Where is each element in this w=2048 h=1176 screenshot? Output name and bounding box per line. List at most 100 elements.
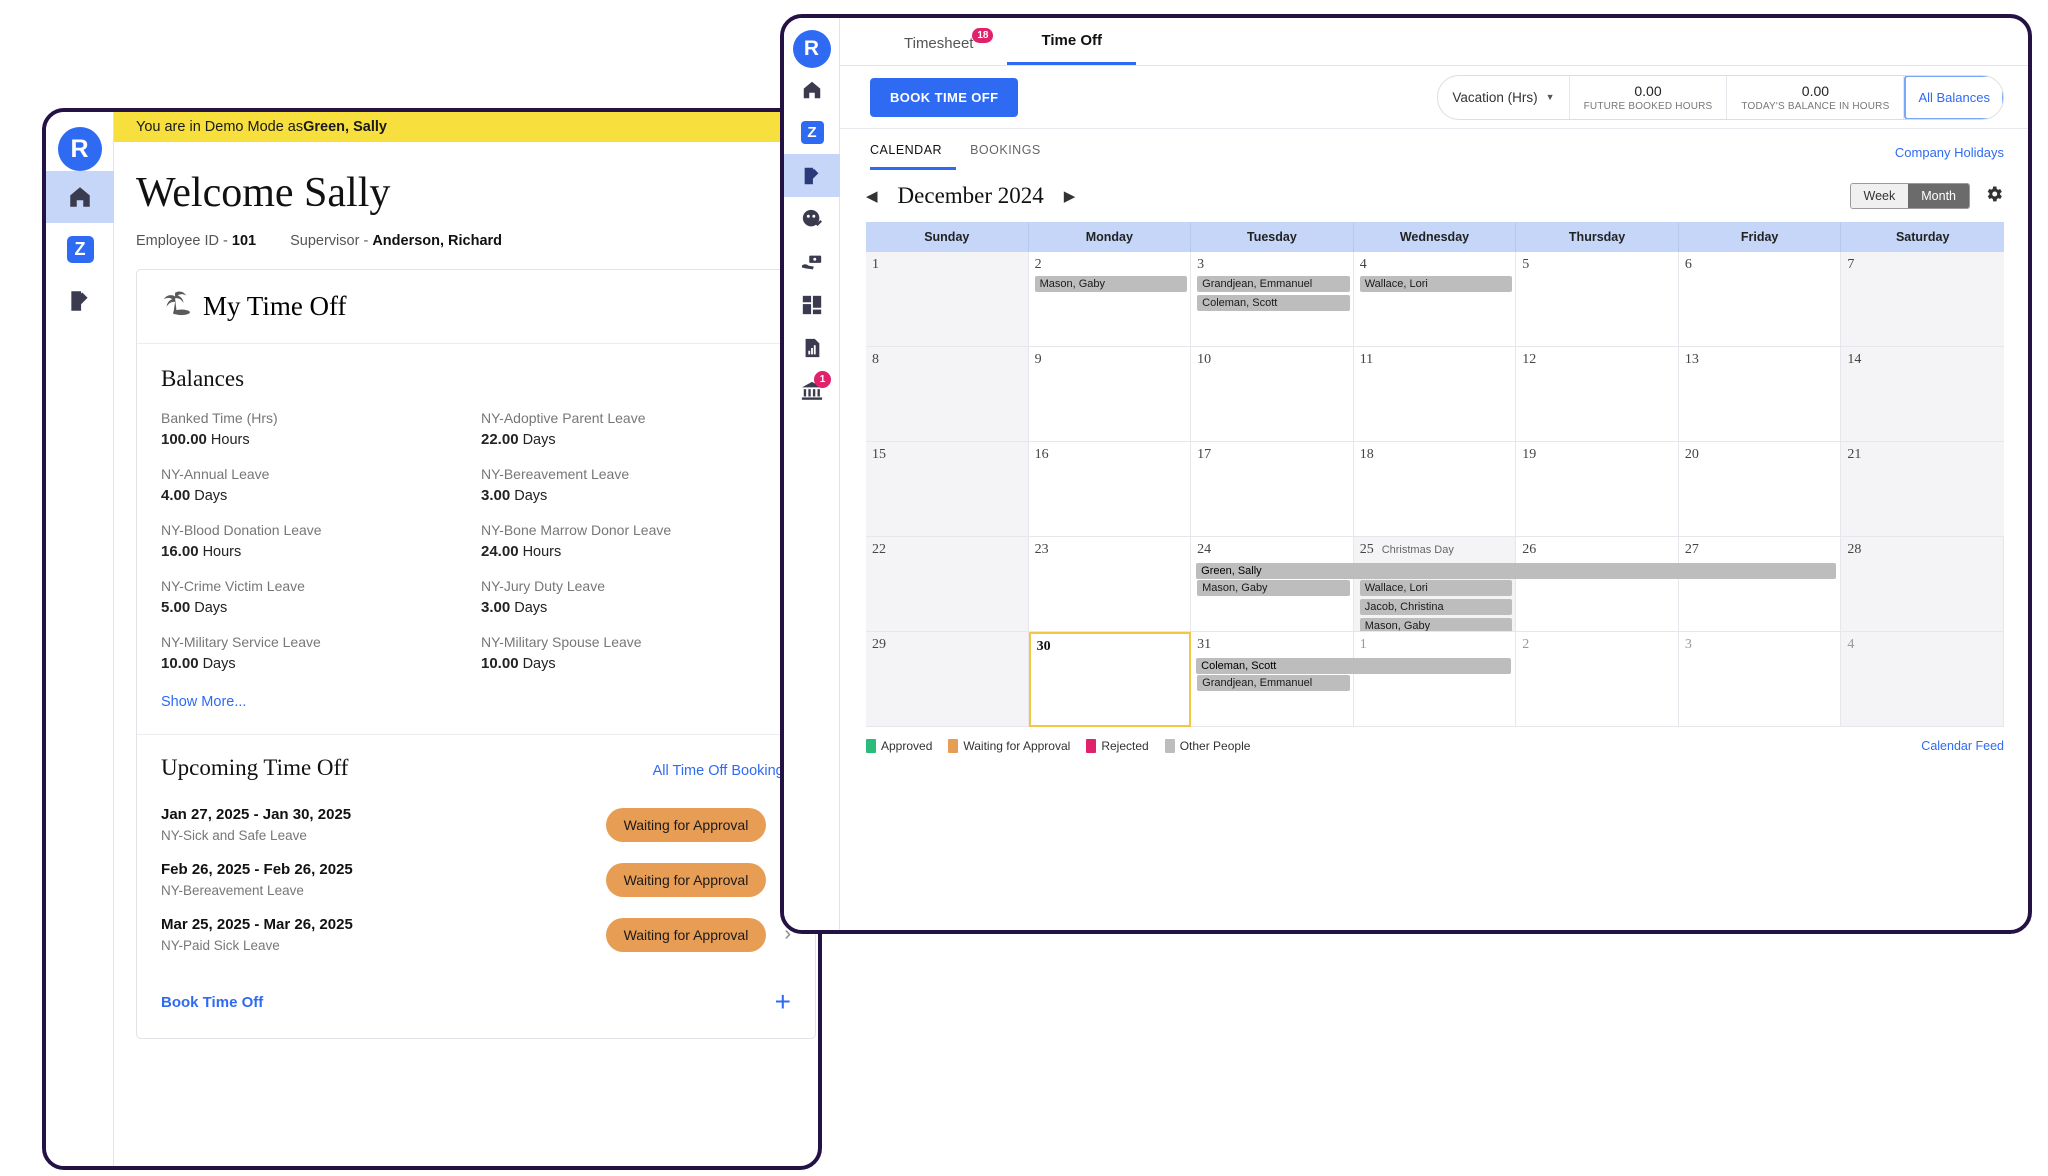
calendar-day-cell[interactable]: 5 [1516, 252, 1679, 347]
calendar-week-row: 8 9 10 11 12 13 14 [866, 347, 2004, 442]
calendar-day-cell[interactable]: 7 [1841, 252, 2004, 347]
calendar-event[interactable]: Mason, Gaby [1034, 276, 1188, 292]
sidebar-item-timesheet[interactable] [784, 154, 840, 197]
calendar-day-cell[interactable]: 17 [1191, 442, 1354, 537]
calendar-day-cell[interactable]: 28 [1841, 537, 2004, 632]
sidebar-item-report[interactable] [784, 326, 840, 369]
calendar-day-cell[interactable]: 25Christmas Day-Wallace, LoriJacob, Chri… [1353, 537, 1517, 632]
calendar-day-cell[interactable]: 30 [1028, 632, 1192, 727]
sidebar-item-timesheet[interactable] [46, 275, 114, 327]
tab-label: Time Off [1041, 32, 1103, 49]
book-time-off-row[interactable]: Book Time Off + [161, 988, 791, 1016]
calendar-event[interactable]: Mason, Gaby [1359, 618, 1513, 631]
balance-name: NY-Bereavement Leave [481, 466, 630, 482]
calendar-day-cell[interactable]: 21 [1841, 442, 2004, 537]
next-arrow-icon[interactable]: ▶ [1064, 187, 1076, 205]
calendar-day-cell[interactable]: 2 Mason, Gaby [1028, 252, 1192, 347]
view-month-button[interactable]: Month [1908, 184, 1969, 208]
calendar-day-cell[interactable]: 16 [1028, 442, 1192, 537]
sidebar-item-dashboard-grid[interactable] [784, 283, 840, 326]
calendar-day-cell[interactable]: 24-Mason, Gaby [1191, 537, 1354, 632]
calendar-event[interactable]: Wallace, Lori [1359, 580, 1513, 596]
home-icon [801, 79, 823, 101]
booking-row[interactable]: Jan 27, 2025 - Jan 30, 2025 NY-Sick and S… [161, 797, 791, 852]
balance-type-select[interactable]: Vacation (Hrs) ▼ [1438, 75, 1570, 119]
book-time-off-button[interactable]: BOOK TIME OFF [870, 77, 1019, 117]
all-balances-button[interactable]: All Balances [1904, 75, 2004, 119]
calendar-day-cell[interactable]: 18 [1353, 442, 1517, 537]
weekday-header: Wednesday [1353, 222, 1517, 252]
app-logo[interactable]: R [792, 30, 831, 68]
calendar-day-cell[interactable]: 11 [1353, 347, 1517, 442]
calendar-day-cell[interactable]: 8 [866, 347, 1029, 442]
chevron-down-icon: ▼ [1545, 92, 1555, 102]
day-number: 21 [1847, 447, 1862, 462]
balance-value: 10.00 Days [481, 655, 791, 672]
balance-amount: 3.00 [481, 487, 511, 504]
gear-icon[interactable] [1984, 184, 2004, 209]
calendar-feed-link[interactable]: Calendar Feed [1921, 739, 2004, 753]
calendar-day-cell[interactable]: 31-Grandjean, Emmanuel [1191, 632, 1354, 727]
calendar-day-cell[interactable]: 20 [1678, 442, 1842, 537]
sidebar-item-bank[interactable]: 1 [784, 369, 840, 412]
sidebar-item-home[interactable] [46, 171, 114, 223]
calendar-event[interactable]: Jacob, Christina [1359, 599, 1513, 615]
calendar-day-cell[interactable]: 14 [1841, 347, 2004, 442]
calendar-day-cell[interactable]: 2 [1516, 632, 1679, 727]
sidebar-item-home[interactable] [784, 68, 840, 111]
balance-name: Banked Time (Hrs) [161, 410, 278, 426]
calendar-day-cell[interactable]: 12 [1516, 347, 1679, 442]
timesheet-icon [67, 288, 93, 314]
calendar-day-cell[interactable]: 13 [1678, 347, 1842, 442]
calendar-event[interactable]: Grandjean, Emmanuel [1197, 675, 1350, 691]
sidebar-item-z-app[interactable]: Z [784, 111, 840, 154]
calendar-event[interactable]: Coleman, Scott [1197, 295, 1350, 311]
subtab-bookings[interactable]: BOOKINGS [956, 143, 1055, 170]
all-time-off-bookings-link[interactable]: All Time Off Bookings [653, 763, 791, 779]
subtab-calendar[interactable]: CALENDAR [870, 143, 957, 170]
calendar-day-cell[interactable]: 4 [1841, 632, 2004, 727]
calendar-event[interactable]: Mason, Gaby [1197, 580, 1350, 596]
sidebar-item-payroll-hand[interactable] [784, 240, 840, 283]
calendar-day-cell[interactable]: 26 [1516, 537, 1679, 632]
home-icon [67, 184, 93, 210]
tab-timesheet[interactable]: Timesheet 18 [870, 28, 1007, 65]
prev-arrow-icon[interactable]: ◀ [866, 187, 878, 205]
sub-tabs: CALENDAR BOOKINGS [870, 143, 1055, 170]
calendar-day-cell[interactable]: 9 [1028, 347, 1192, 442]
calendar-day-cell[interactable]: 19 [1516, 442, 1679, 537]
calendar-day-cell[interactable]: 1 [1353, 632, 1517, 727]
calendar-day-cell[interactable]: 3 [1678, 632, 1842, 727]
book-time-off-link[interactable]: Book Time Off [161, 994, 263, 1011]
calendar-day-cell[interactable]: 6 [1678, 252, 1842, 347]
calendar-day-cell[interactable]: 15 [866, 442, 1029, 537]
sidebar-item-people-check[interactable] [784, 197, 840, 240]
view-week-button[interactable]: Week [1850, 184, 1909, 208]
calendar-day-cell[interactable]: 4 Wallace, Lori [1353, 252, 1517, 347]
show-more-link[interactable]: Show More... [161, 694, 791, 710]
calendar-event[interactable]: Grandjean, Emmanuel [1197, 276, 1350, 292]
calendar-grid: Sunday Monday Tuesday Wednesday Thursday Frid… [840, 222, 2028, 727]
tab-time-off[interactable]: Time Off [1007, 32, 1137, 65]
calendar-day-cell[interactable]: 10 [1191, 347, 1354, 442]
calendar-day-cell[interactable]: 29 [866, 632, 1029, 727]
day-number: 5 [1522, 257, 1530, 272]
booking-row[interactable]: Mar 25, 2025 - Mar 26, 2025 NY-Paid Sick … [161, 907, 791, 962]
calendar-day-cell[interactable]: 22 [866, 537, 1029, 632]
balance-item: NY-Annual Leave 4.00 Days [161, 466, 471, 504]
plus-icon[interactable]: + [775, 988, 791, 1016]
balance-name: NY-Crime Victim Leave [161, 578, 305, 594]
employee-id-value: 101 [231, 233, 257, 249]
time-off-window: R Z 1 Timesheet 18 Time Off BOOK TIME OFF V… [780, 14, 2032, 934]
company-holidays-link[interactable]: Company Holidays [1895, 145, 2004, 170]
calendar-day-cell[interactable]: 3 Grandjean, Emmanuel Coleman, Scott [1191, 252, 1354, 347]
calendar-day-cell[interactable]: 1 [866, 252, 1029, 347]
calendar-event-span[interactable]: Coleman, Scott [1196, 658, 1512, 674]
calendar-event-span[interactable]: Green, Sally [1196, 563, 1837, 579]
booking-row[interactable]: Feb 26, 2025 - Feb 26, 2025 NY-Bereavemen… [161, 852, 791, 907]
calendar-event[interactable]: Wallace, Lori [1359, 276, 1513, 292]
calendar-day-cell[interactable]: 23 [1028, 537, 1192, 632]
calendar-day-cell[interactable]: 27 [1678, 537, 1842, 632]
sidebar-item-z-app[interactable]: Z [46, 223, 114, 275]
app-logo[interactable]: R [57, 127, 102, 171]
